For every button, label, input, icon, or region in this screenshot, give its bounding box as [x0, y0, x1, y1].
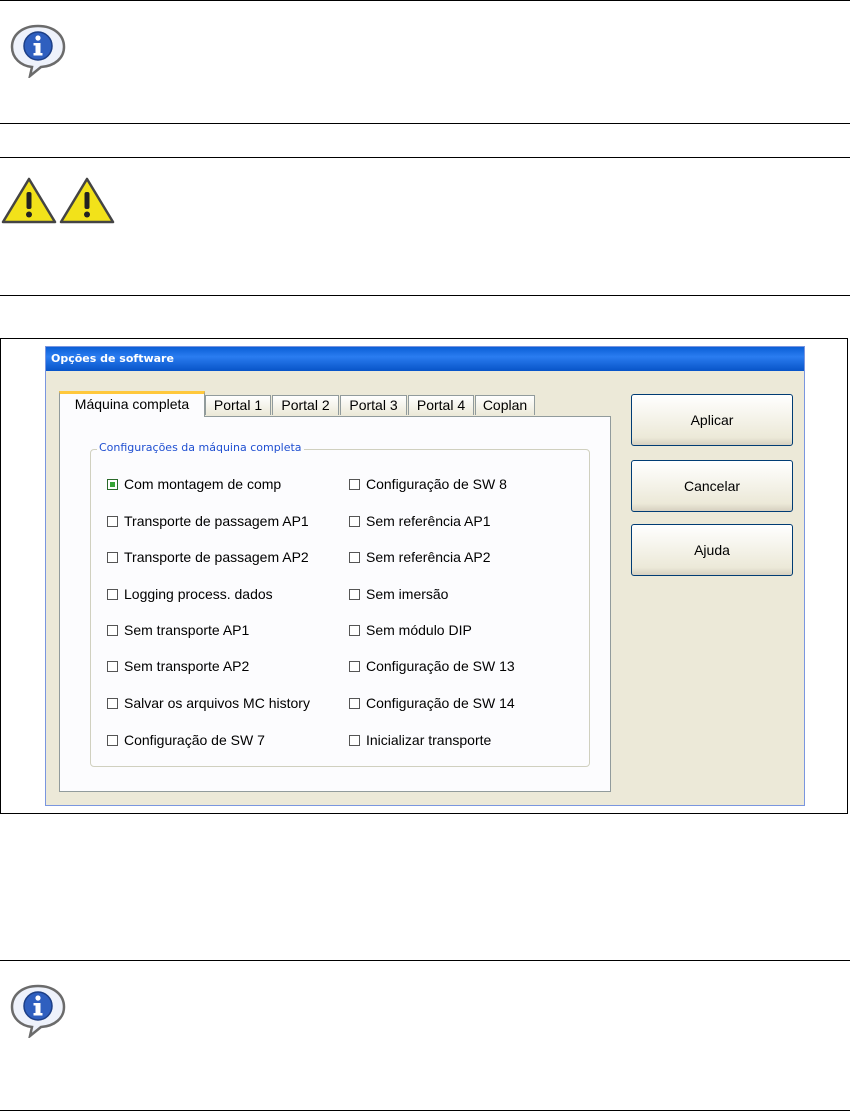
option-sem-modulo-dip[interactable]: Sem módulo DIP: [349, 622, 472, 638]
info-note-2-top-rule: [0, 960, 850, 961]
tab-portal-3[interactable]: Portal 3: [340, 395, 407, 415]
info-icon: [10, 24, 66, 78]
option-label: Transporte de passagem AP1: [124, 513, 309, 529]
option-sem-referencia-ap1[interactable]: Sem referência AP1: [349, 513, 491, 529]
group-title: Configurações da máquina completa: [97, 441, 304, 454]
option-label: Com montagem de comp: [124, 476, 282, 492]
checkbox-checked[interactable]: [107, 478, 118, 490]
checkbox[interactable]: [349, 697, 360, 709]
cancel-button[interactable]: Cancelar: [631, 460, 793, 512]
info-note-bottom-rule: [0, 123, 850, 124]
help-button[interactable]: Ajuda: [631, 524, 793, 576]
tab-portal-2[interactable]: Portal 2: [272, 395, 339, 415]
checkbox[interactable]: [349, 551, 360, 563]
option-com-montagem[interactable]: Com montagem de comp: [107, 476, 281, 492]
checkbox[interactable]: [107, 551, 118, 563]
option-sem-transporte-ap2[interactable]: Sem transporte AP2: [107, 658, 249, 674]
checkbox[interactable]: [349, 588, 360, 600]
software-options-dialog: Opções de software Máquina completa Port…: [45, 346, 805, 806]
option-label: Configuração de SW 13: [366, 658, 515, 674]
checkbox[interactable]: [107, 624, 118, 636]
tab-coplan[interactable]: Coplan: [475, 395, 535, 415]
checkbox[interactable]: [107, 697, 118, 709]
checkbox[interactable]: [349, 515, 360, 527]
option-transporte-ap2[interactable]: Transporte de passagem AP2: [107, 549, 309, 565]
option-label: Sem transporte AP1: [124, 622, 250, 638]
option-label: Sem módulo DIP: [366, 622, 472, 638]
option-label: Configuração de SW 8: [366, 476, 507, 492]
option-label: Sem transporte AP2: [124, 658, 250, 674]
option-config-sw-8[interactable]: Configuração de SW 8: [349, 476, 507, 492]
dialog-title: Opções de software: [46, 347, 804, 371]
apply-button[interactable]: Aplicar: [631, 394, 793, 446]
info-note-2-bottom-rule: [0, 1110, 850, 1111]
option-sem-transporte-ap1[interactable]: Sem transporte AP1: [107, 622, 249, 638]
warning-icon: [1, 177, 115, 224]
option-label: Sem referência AP1: [366, 513, 491, 529]
option-inicializar-transporte[interactable]: Inicializar transporte: [349, 732, 491, 748]
checkbox[interactable]: [107, 515, 118, 527]
option-label: Salvar os arquivos MC history: [124, 695, 310, 711]
checkbox[interactable]: [107, 660, 118, 672]
info-icon: [10, 984, 66, 1038]
option-sem-referencia-ap2[interactable]: Sem referência AP2: [349, 549, 491, 565]
checkbox[interactable]: [349, 624, 360, 636]
option-config-sw-14[interactable]: Configuração de SW 14: [349, 695, 515, 711]
tab-portal-1[interactable]: Portal 1: [205, 395, 271, 415]
option-config-sw-7[interactable]: Configuração de SW 7: [107, 732, 265, 748]
checkbox[interactable]: [107, 588, 118, 600]
option-label: Sem imersão: [366, 586, 449, 602]
option-label: Configuração de SW 7: [124, 732, 265, 748]
settings-groupbox: Configurações da máquina completa Com mo…: [90, 441, 590, 767]
checkbox[interactable]: [349, 734, 360, 746]
checkbox[interactable]: [349, 660, 360, 672]
option-label: Logging process. dados: [124, 586, 273, 602]
option-salvar-history[interactable]: Salvar os arquivos MC history: [107, 695, 310, 711]
checkbox[interactable]: [349, 478, 360, 490]
warning-bottom-rule: [0, 295, 850, 296]
option-transporte-ap1[interactable]: Transporte de passagem AP1: [107, 513, 309, 529]
top-rule: [0, 0, 850, 1]
option-label: Sem referência AP2: [366, 549, 491, 565]
option-label: Inicializar transporte: [366, 732, 492, 748]
warning-top-rule: [0, 157, 850, 158]
option-sem-imersao[interactable]: Sem imersão: [349, 586, 448, 602]
tab-portal-4[interactable]: Portal 4: [408, 395, 474, 415]
option-config-sw-13[interactable]: Configuração de SW 13: [349, 658, 515, 674]
option-label: Transporte de passagem AP2: [124, 549, 309, 565]
tab-panel: Configurações da máquina completa Com mo…: [59, 416, 611, 792]
checkbox[interactable]: [107, 734, 118, 746]
option-label: Configuração de SW 14: [366, 695, 515, 711]
option-logging[interactable]: Logging process. dados: [107, 586, 273, 602]
tab-maquina-completa[interactable]: Máquina completa: [59, 391, 205, 417]
